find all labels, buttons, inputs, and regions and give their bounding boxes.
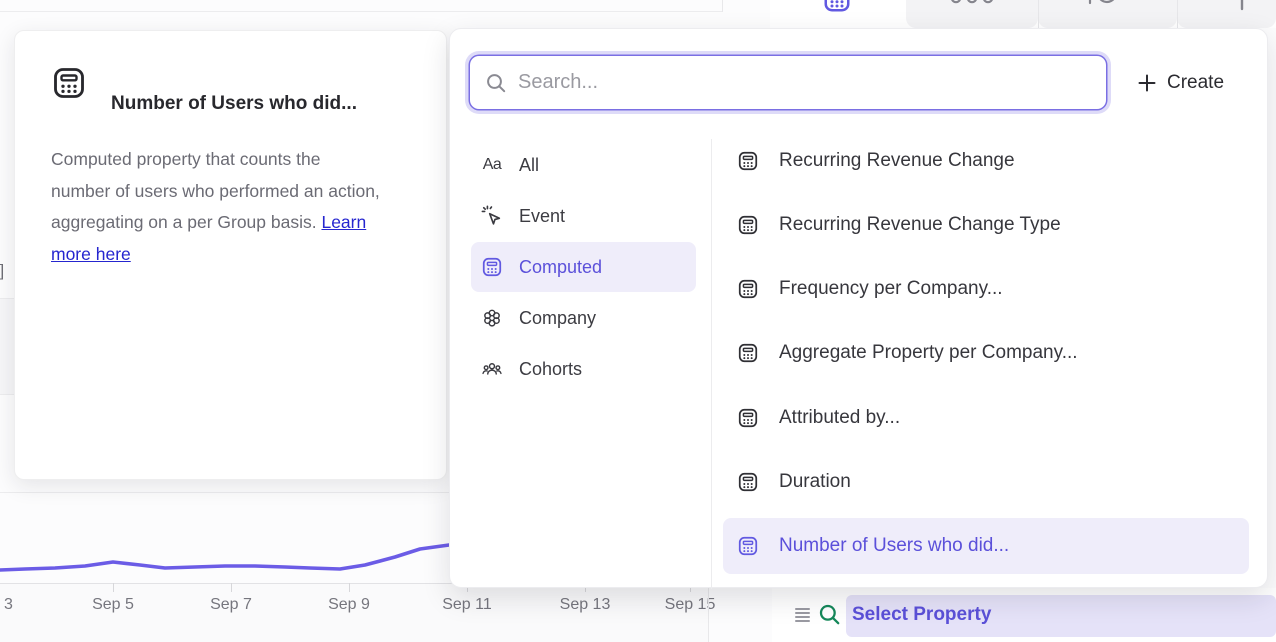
search-icon xyxy=(484,71,508,95)
category-label: All xyxy=(519,155,539,176)
axis-tick-3 xyxy=(349,583,350,592)
query-builder-row: Select Property xyxy=(772,588,1276,642)
property-label: Duration xyxy=(779,471,851,493)
property-row-3[interactable]: Aggregate Property per Company... xyxy=(723,325,1249,381)
app-screen: y] Sep 3 Sep 5 Sep 7 Sep 9 Sep 11 Sep 13… xyxy=(0,0,1276,642)
category-label: Cohorts xyxy=(519,359,582,380)
calculator-icon xyxy=(481,256,503,278)
tooltip-description: Computed property that counts the number… xyxy=(51,144,385,270)
cropped-row xyxy=(0,299,14,394)
panel-edge xyxy=(708,583,709,642)
calculator-icon xyxy=(737,342,759,364)
property-label: Attributed by... xyxy=(779,407,900,429)
search-input[interactable] xyxy=(518,71,1106,94)
create-button[interactable]: Create xyxy=(1137,67,1224,99)
description-line: Computed property that counts the xyxy=(51,144,385,176)
stem-icon xyxy=(1238,0,1246,12)
property-row-4[interactable]: Attributed by... xyxy=(723,390,1249,446)
category-label: Company xyxy=(519,308,596,329)
create-label: Create xyxy=(1167,72,1224,94)
category-item-all[interactable]: Aa All xyxy=(471,140,696,190)
dots-icon xyxy=(950,0,994,7)
calculator-icon xyxy=(737,278,759,300)
calculator-icon xyxy=(51,65,87,101)
category-label: Event xyxy=(519,206,565,227)
property-row-0[interactable]: Recurring Revenue Change xyxy=(723,133,1249,189)
description-line: number of users who performed an action, xyxy=(51,176,385,208)
property-picker-dropdown: Create Aa All Event xyxy=(449,28,1268,588)
trend-line xyxy=(0,545,449,570)
cropped-row-divider xyxy=(0,298,14,299)
axis-label-2: Sep 7 xyxy=(210,596,252,614)
property-tooltip-card: Number of Users who did... Computed prop… xyxy=(14,30,447,480)
metric-tab-bar xyxy=(770,0,1276,28)
property-label: Number of Users who did... xyxy=(779,535,1009,557)
calculator-icon xyxy=(737,214,759,236)
tab-separator xyxy=(1038,0,1039,28)
calculator-icon xyxy=(737,150,759,172)
tab-separator xyxy=(1177,0,1178,28)
calculator-icon xyxy=(737,535,759,557)
header-divider xyxy=(0,11,722,12)
category-label: Computed xyxy=(519,257,602,278)
category-item-event[interactable]: Event xyxy=(471,191,696,241)
calculator-icon xyxy=(737,407,759,429)
axis-label-5: Sep 13 xyxy=(560,596,611,614)
chart-panel-divider xyxy=(0,492,450,493)
cropped-text-fragment: y] xyxy=(0,261,4,281)
property-label: Recurring Revenue Change xyxy=(779,150,1015,172)
category-item-computed[interactable]: Computed xyxy=(471,242,696,292)
axis-label-4: Sep 11 xyxy=(442,596,492,614)
tab-flows[interactable] xyxy=(1177,0,1276,28)
select-property-label: Select Property xyxy=(852,604,991,626)
property-row-6[interactable]: Number of Users who did... xyxy=(723,518,1249,574)
search-icon-green xyxy=(817,602,843,628)
company-icon xyxy=(481,307,503,329)
aa-text-icon: Aa xyxy=(481,154,503,176)
cursor-click-icon xyxy=(481,205,503,227)
search-box xyxy=(470,56,1106,109)
cropped-row-divider xyxy=(0,394,14,395)
calculator-icon xyxy=(822,0,852,14)
curve-icon xyxy=(1086,0,1122,8)
axis-tick-1 xyxy=(113,583,114,592)
axis-label-0: Sep 3 xyxy=(0,596,13,614)
property-label: Recurring Revenue Change Type xyxy=(779,214,1061,236)
property-row-2[interactable]: Frequency per Company... xyxy=(723,261,1249,317)
axis-label-3: Sep 9 xyxy=(328,596,370,614)
axis-tick-2 xyxy=(231,583,232,592)
property-label: Aggregate Property per Company... xyxy=(779,342,1078,364)
property-label: Frequency per Company... xyxy=(779,278,1003,300)
category-item-cohorts[interactable]: Cohorts xyxy=(471,344,696,394)
drag-handle-icon[interactable] xyxy=(795,608,810,624)
category-item-company[interactable]: Company xyxy=(471,293,696,343)
panel-edge xyxy=(722,0,723,12)
plus-icon xyxy=(1137,73,1157,93)
calculator-icon xyxy=(737,471,759,493)
cohorts-icon xyxy=(481,358,503,380)
trend-chart xyxy=(0,535,452,585)
tooltip-title: Number of Users who did... xyxy=(111,93,357,115)
property-row-5[interactable]: Duration xyxy=(723,454,1249,510)
axis-label-1: Sep 5 xyxy=(92,596,134,614)
property-row-1[interactable]: Recurring Revenue Change Type xyxy=(723,197,1249,253)
description-line: aggregating on a per Group basis. Learn … xyxy=(51,207,385,270)
column-divider xyxy=(711,139,712,589)
